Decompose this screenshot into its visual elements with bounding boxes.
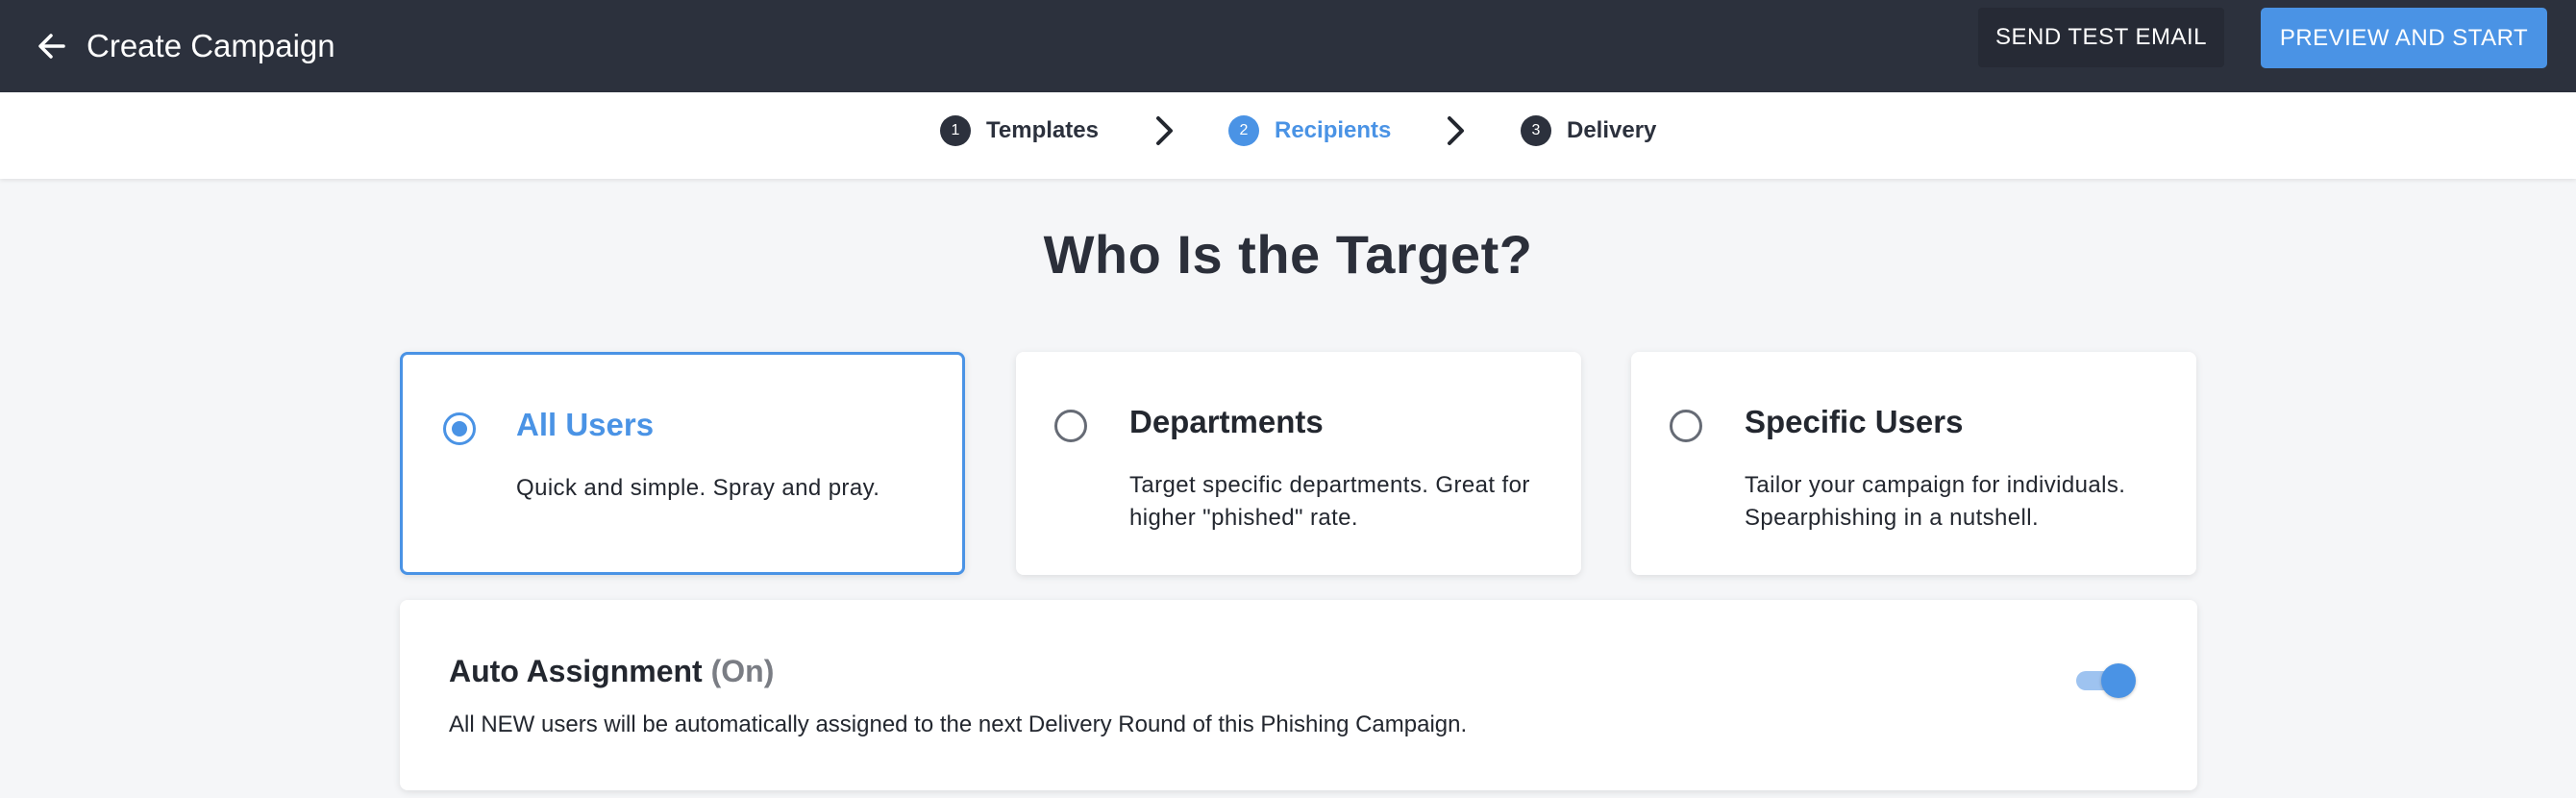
step-number: 1 [940,115,971,146]
toggle-knob [2101,663,2136,698]
step-templates[interactable]: 1 Templates [940,112,1099,150]
option-card-specific-users[interactable]: Specific Users Tailor your campaign for … [1631,352,2196,575]
auto-assignment-title: Auto Assignment (On) [449,654,774,689]
step-label: Delivery [1567,117,1657,143]
stepper: 1 Templates 2 Recipients 3 Delivery [0,92,2576,179]
step-label: Templates [986,117,1099,143]
step-recipients[interactable]: 2 Recipients [1228,112,1391,150]
radio-all-users[interactable] [443,412,476,445]
section-heading: Who Is the Target? [1043,224,1533,285]
option-description: Tailor your campaign for individuals. Sp… [1745,472,2126,531]
radio-departments[interactable] [1054,410,1087,442]
option-title: Departments [1129,404,1324,439]
preview-and-start-button[interactable]: PREVIEW AND START [2261,8,2547,68]
send-test-email-button[interactable]: SEND TEST EMAIL [1978,8,2224,67]
option-card-departments[interactable]: Departments Target specific departments.… [1016,352,1581,575]
chevron-right-icon [1156,116,1173,145]
step-number: 2 [1228,115,1259,146]
auto-assignment-panel: Auto Assignment (On) All NEW users will … [400,600,2197,790]
back-button[interactable] [29,19,75,73]
option-title: Specific Users [1745,404,1964,439]
page-title: Create Campaign [87,28,335,63]
step-number: 3 [1521,115,1551,146]
auto-assignment-toggle[interactable] [2076,663,2136,698]
option-description: Target specific departments. Great for h… [1129,472,1530,531]
option-title: All Users [516,407,655,442]
option-description: Quick and simple. Spray and pray. [516,475,880,501]
auto-assignment-status: (On) [710,654,775,688]
top-bar: Create Campaign SEND TEST EMAIL PREVIEW … [0,0,2576,92]
auto-assignment-description: All NEW users will be automatically assi… [449,711,1468,737]
option-card-all-users[interactable]: All Users Quick and simple. Spray and pr… [400,352,965,575]
radio-specific-users[interactable] [1670,410,1702,442]
step-delivery[interactable]: 3 Delivery [1521,112,1656,150]
arrow-left-icon [38,34,65,59]
step-label: Recipients [1275,117,1392,143]
chevron-right-icon [1448,116,1464,145]
auto-assignment-label: Auto Assignment [449,654,703,688]
